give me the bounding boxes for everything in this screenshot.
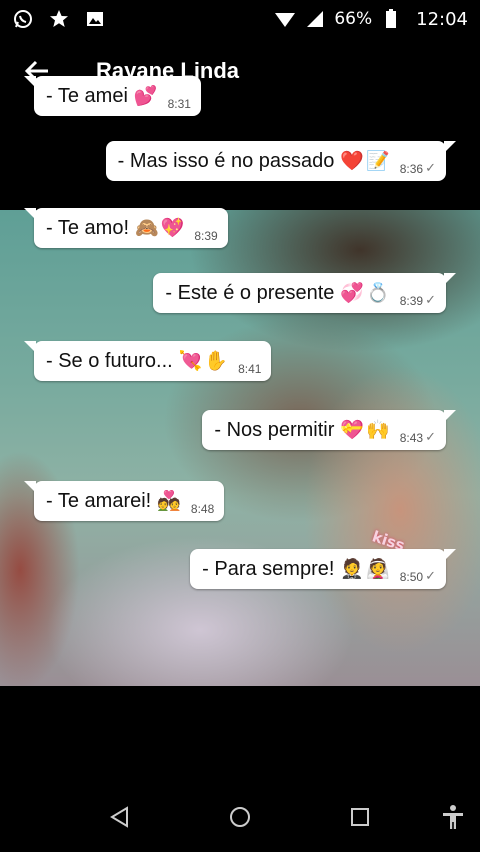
sent-check-icon: ✓ xyxy=(425,568,436,583)
message-bubble-incoming[interactable]: - Te amarei! 💑 8:48 xyxy=(23,481,225,521)
message-text: - Te amo! xyxy=(46,216,129,239)
message-bubble-outgoing[interactable]: - Nos permitir 💝🙌 8:43 ✓ xyxy=(202,410,456,450)
message-time: 8:48 xyxy=(190,502,215,516)
message-time: 8:41 xyxy=(238,362,262,376)
message-bubble-incoming[interactable]: - Se o futuro... 💘✋ 8:41 xyxy=(23,341,272,381)
message-emoji: ❤️📝 xyxy=(340,151,392,172)
status-bar: 66% 12:04 xyxy=(0,0,480,40)
message-emoji: 💑 xyxy=(157,491,183,512)
wifi-icon xyxy=(274,8,296,30)
accessibility-icon[interactable] xyxy=(440,804,466,830)
battery-percent: 66% xyxy=(334,9,373,29)
message-bubble-incoming[interactable]: - Te amo! 🙈💖 8:39 xyxy=(24,208,228,248)
navigation-bar xyxy=(0,782,480,852)
message-text: - Te amei xyxy=(46,84,128,107)
message-text: - Este é o presente xyxy=(165,281,335,304)
recents-square-icon[interactable] xyxy=(347,804,373,830)
message-text: - Se o futuro... xyxy=(46,349,173,372)
message-time: 8:43 xyxy=(399,431,424,445)
sent-check-icon: ✓ xyxy=(425,429,436,444)
message-emoji: 💝🙌 xyxy=(340,420,392,441)
battery-icon xyxy=(380,8,402,30)
signal-icon xyxy=(304,8,326,30)
message-time: 8:39 xyxy=(399,294,424,308)
message-text: - Mas isso é no passado xyxy=(117,149,335,172)
message-time: 8:39 xyxy=(194,229,218,243)
message-time: 8:36 xyxy=(399,162,424,176)
image-icon xyxy=(84,8,106,30)
message-time: 8:50 xyxy=(399,570,424,584)
whatsapp-icon xyxy=(12,8,34,30)
back-triangle-icon[interactable] xyxy=(107,804,133,830)
message-text: - Nos permitir xyxy=(214,418,335,441)
message-emoji: 💘✋ xyxy=(178,351,231,372)
message-text: - Te amarei! xyxy=(46,489,152,512)
clock-time: 12:04 xyxy=(416,8,468,30)
sent-check-icon: ✓ xyxy=(425,160,436,175)
message-time: 8:31 xyxy=(167,97,191,111)
message-bubble-outgoing[interactable]: - Mas isso é no passado ❤️📝 8:36 ✓ xyxy=(105,141,457,181)
message-bubble-incoming[interactable]: - Te amei 💕 8:31 xyxy=(24,76,201,116)
star-icon xyxy=(48,8,70,30)
message-bubble-outgoing[interactable]: - Este é o presente 💞💍 8:39 ✓ xyxy=(153,273,456,313)
message-emoji: 🙈💖 xyxy=(135,218,187,239)
message-emoji: 💞💍 xyxy=(340,283,392,304)
message-bubble-outgoing[interactable]: - Para sempre! 🤵👰 8:50 ✓ xyxy=(190,549,456,589)
phone-screen: 66% 12:04 Rayane Linda kiss - Te amei 💕 … xyxy=(0,0,480,852)
message-emoji: 💕 xyxy=(133,86,160,107)
message-text: - Para sempre! xyxy=(202,557,335,580)
message-emoji: 🤵👰 xyxy=(340,559,392,580)
home-circle-icon[interactable] xyxy=(227,804,253,830)
sent-check-icon: ✓ xyxy=(425,292,436,307)
